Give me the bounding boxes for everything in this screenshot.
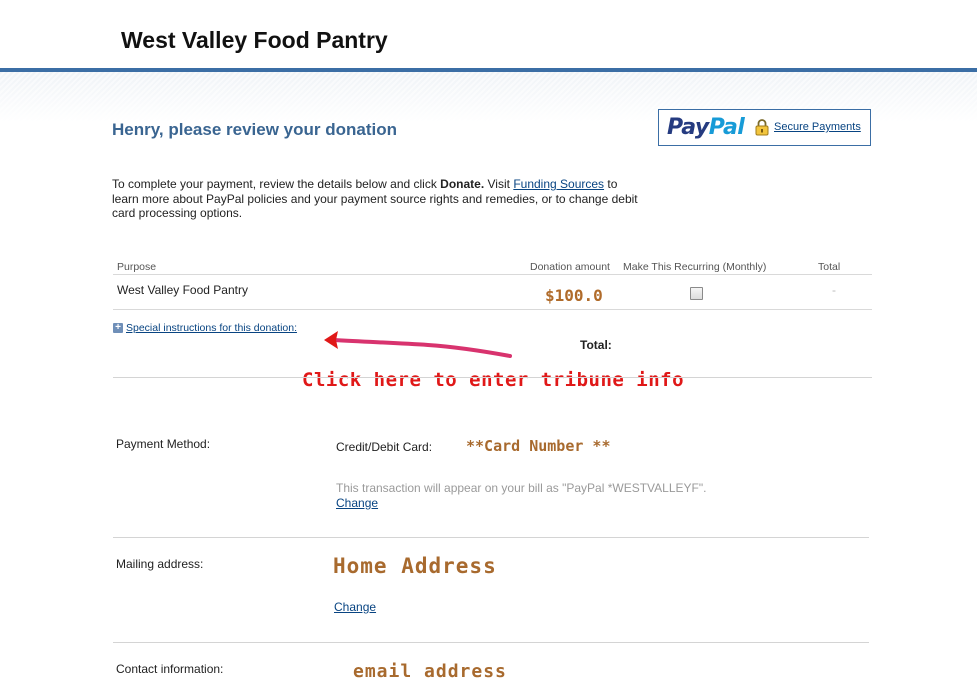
row-total: - bbox=[832, 283, 836, 297]
card-number: **Card Number ** bbox=[466, 437, 611, 455]
special-instructions-link[interactable]: Special instructions for this donation: bbox=[126, 322, 297, 334]
secure-payments-link[interactable]: Secure Payments bbox=[774, 121, 861, 133]
annotation-arrow-icon bbox=[324, 331, 512, 358]
page-title: Henry, please review your donation bbox=[112, 120, 397, 139]
section-divider bbox=[113, 537, 869, 538]
bill-descriptor-note: This transaction will appear on your bil… bbox=[336, 481, 707, 495]
payment-method-label: Payment Method: bbox=[116, 437, 211, 451]
mailing-address-value: Home Address bbox=[333, 554, 497, 578]
intro-text: To complete your payment, review the det… bbox=[112, 177, 642, 221]
intro-part2: Visit bbox=[484, 177, 514, 191]
paypal-logo-pal: Pal bbox=[708, 115, 745, 140]
paypal-logo: PayPal bbox=[667, 115, 745, 140]
column-header-purpose: Purpose bbox=[117, 261, 157, 273]
lock-icon bbox=[755, 119, 769, 136]
funding-sources-link[interactable]: Funding Sources bbox=[513, 177, 604, 191]
intro-donate-word: Donate. bbox=[440, 177, 485, 191]
total-label: Total: bbox=[580, 338, 612, 352]
change-payment-link[interactable]: Change bbox=[336, 496, 378, 510]
column-header-total: Total bbox=[818, 261, 841, 273]
donation-amount: $100.0 bbox=[545, 286, 603, 305]
table-header-divider bbox=[113, 274, 872, 275]
column-header-amount: Donation amount bbox=[530, 261, 610, 273]
change-address-link[interactable]: Change bbox=[334, 600, 376, 614]
contact-email-value: email address bbox=[353, 661, 507, 682]
expand-plus-icon[interactable]: + bbox=[113, 323, 123, 333]
column-header-recurring: Make This Recurring (Monthly) bbox=[623, 261, 767, 273]
section-divider bbox=[113, 642, 869, 643]
annotation-text: Click here to enter tribune info bbox=[302, 369, 685, 391]
recurring-checkbox[interactable] bbox=[690, 287, 703, 300]
table-row-divider bbox=[113, 309, 872, 310]
donation-purpose: West Valley Food Pantry bbox=[117, 283, 248, 297]
card-label: Credit/Debit Card: bbox=[336, 440, 433, 454]
mailing-address-label: Mailing address: bbox=[116, 557, 204, 571]
intro-part1: To complete your payment, review the det… bbox=[112, 177, 441, 191]
contact-info-label: Contact information: bbox=[116, 662, 224, 676]
paypal-logo-pay: Pay bbox=[667, 115, 709, 140]
site-title: West Valley Food Pantry bbox=[121, 27, 388, 53]
section-divider bbox=[113, 377, 872, 378]
page-header: West Valley Food Pantry bbox=[0, 0, 977, 68]
paypal-secure-badge: PayPal Secure Payments bbox=[658, 109, 871, 146]
